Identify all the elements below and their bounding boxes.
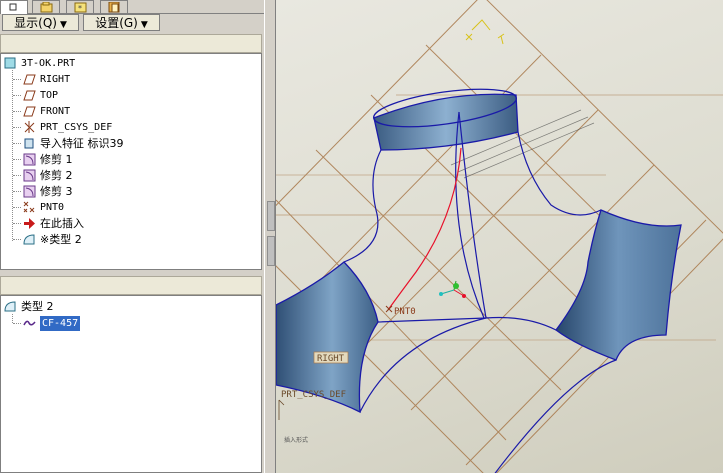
right-surface[interactable] — [555, 209, 682, 361]
favorites-icon: * — [74, 2, 87, 13]
surface-type-icon — [4, 301, 16, 312]
tree-connector — [13, 191, 21, 192]
tree-connector — [13, 159, 21, 160]
svg-text:*: * — [78, 4, 82, 13]
trim-icon — [23, 185, 36, 198]
tree-item-label: 修剪 3 — [40, 185, 73, 198]
datum-point-icon — [23, 201, 35, 213]
tree-item-label: RIGHT — [40, 74, 71, 85]
viewport-note: 插入形式 — [284, 436, 308, 444]
trim-icon — [23, 153, 36, 166]
curve-icon — [23, 320, 36, 326]
settings-menu-label: 设置 — [95, 16, 120, 30]
tree-item-label: 导入特征 标识39 — [40, 137, 124, 150]
import-feature-icon — [24, 138, 34, 149]
folder-icon — [40, 2, 53, 13]
tree-item-label: ※类型 2 — [40, 233, 82, 246]
datum-plane-icon — [23, 90, 36, 101]
tree-connector — [13, 207, 21, 208]
part-icon — [4, 57, 16, 69]
pnt0-marker[interactable]: PNT0 — [385, 305, 416, 317]
model-tree-header — [0, 34, 262, 53]
detail-tree: 类型 2 CF-457 — [0, 295, 262, 473]
settings-menu-key: (G) — [119, 16, 138, 30]
settings-menu-button[interactable]: 设置(G) ▼ — [83, 14, 160, 31]
datum-plane-icon — [23, 106, 36, 117]
surface-type-icon — [23, 234, 35, 245]
datum-plane-icon — [23, 74, 36, 85]
panel-splitter[interactable] — [264, 0, 276, 473]
folder-tab[interactable] — [32, 0, 60, 13]
navigator-tab-strip: * — [0, 0, 264, 14]
tree-connector — [13, 239, 21, 240]
tree-connector — [13, 323, 21, 324]
tree-connector — [13, 127, 21, 128]
layers-tab[interactable] — [100, 0, 128, 13]
chevron-down-icon: ▼ — [59, 20, 67, 30]
model-graphics[interactable]: PNT0 RIGHT PRT_CSYS_DEF 插入形式 — [276, 0, 723, 473]
insert-here-arrow-icon — [24, 218, 35, 229]
tree-connector — [13, 111, 21, 112]
tree-connector — [13, 95, 21, 96]
tree-item-label: PNT0 — [40, 202, 65, 213]
right-datum-label[interactable]: RIGHT — [317, 354, 345, 364]
show-menu-key: (Q) — [38, 16, 57, 30]
show-menu-button[interactable]: 显示(Q) ▼ — [2, 14, 79, 31]
detail-tree-header — [0, 276, 262, 295]
model-tree-tab[interactable] — [0, 0, 28, 14]
layers-icon — [108, 2, 120, 13]
chevron-down-icon: ▼ — [140, 20, 148, 30]
navigator-panel: * 显示(Q) ▼ 设置(G) ▼ 3T-OK.PRT RIGHT TOP FR… — [0, 0, 264, 473]
splitter-grip[interactable] — [267, 201, 275, 231]
model-tree: 3T-OK.PRT RIGHT TOP FRONT PRT_CSYS_DEF 导… — [0, 53, 262, 270]
pnt0-label: PNT0 — [394, 307, 416, 317]
tree-item-label: FRONT — [40, 106, 71, 117]
tree-icon — [9, 3, 17, 11]
tree-item-label: PRT_CSYS_DEF — [40, 122, 113, 133]
show-menu-label: 显示 — [14, 16, 39, 30]
favorites-tab[interactable]: * — [66, 0, 94, 13]
boundary-edges — [343, 111, 617, 473]
splitter-grip[interactable] — [267, 236, 275, 266]
tree-item-label: 在此插入 — [40, 217, 84, 230]
tree-item-label: TOP — [40, 90, 59, 101]
tree-item-label: 修剪 1 — [40, 153, 73, 166]
csys-axis-icon — [278, 399, 285, 420]
tree-connector — [13, 175, 21, 176]
tree-item-label: 修剪 2 — [40, 169, 73, 182]
datum-corner-marker — [465, 19, 505, 45]
detail-root-label: 类型 2 — [21, 300, 54, 313]
tree-connector — [13, 223, 21, 224]
trim-icon — [23, 169, 36, 182]
csys-label[interactable]: PRT_CSYS_DEF — [281, 390, 346, 400]
coordinate-system-icon — [24, 121, 35, 133]
tree-connector — [13, 143, 21, 144]
detail-item-label: CF-457 — [40, 316, 81, 331]
tree-connector — [13, 79, 21, 80]
tree-root-label: 3T-OK.PRT — [21, 58, 76, 69]
graphics-viewport[interactable]: PNT0 RIGHT PRT_CSYS_DEF 插入形式 — [276, 0, 723, 473]
tree-connector — [12, 314, 13, 323]
